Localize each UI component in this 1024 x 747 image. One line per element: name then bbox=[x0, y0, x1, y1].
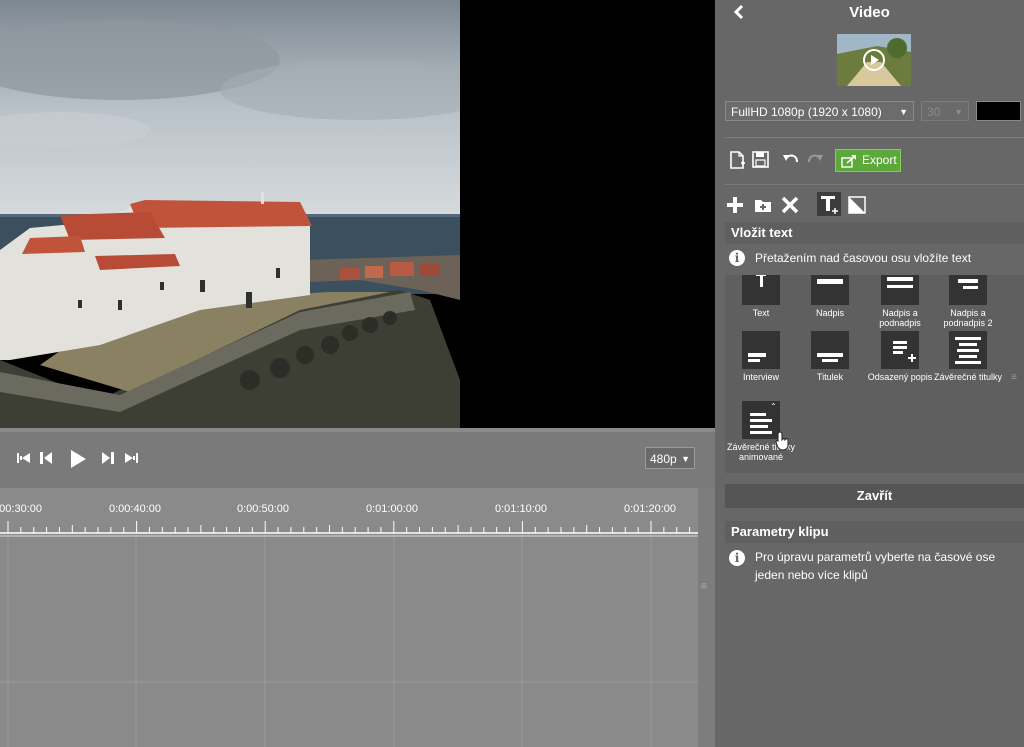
offset-description-template-icon bbox=[881, 331, 919, 369]
template-end-credits[interactable]: Závěrečné titulky bbox=[933, 331, 1003, 382]
insert-text-hint: Přetažením nad časovou osu vložíte text bbox=[755, 251, 972, 265]
export-icon bbox=[841, 155, 856, 168]
preview-image bbox=[0, 0, 460, 428]
close-icon bbox=[781, 196, 799, 214]
add-button[interactable] bbox=[726, 196, 744, 219]
template-label: Titulek bbox=[816, 372, 844, 382]
right-panel: Video FullHD 1080p (1920 x 1080) ▼ 30 ▼ … bbox=[715, 0, 1024, 747]
interview-template-icon bbox=[742, 331, 780, 369]
plus-icon bbox=[727, 197, 743, 213]
export-label: Export bbox=[862, 153, 897, 167]
player-controls: 480p ▼ bbox=[0, 432, 715, 488]
template-title-subtitle-2[interactable]: Nadpis a podnadpis 2 bbox=[933, 275, 1003, 328]
resolution-select[interactable]: FullHD 1080p (1920 x 1080) ▼ bbox=[725, 101, 914, 121]
background-color-swatch[interactable] bbox=[976, 101, 1021, 121]
preview-frame bbox=[0, 0, 460, 428]
title-subtitle-2-template-icon bbox=[949, 275, 987, 305]
add-folder-button[interactable] bbox=[754, 197, 772, 218]
new-file-icon bbox=[730, 151, 745, 169]
redo-icon bbox=[808, 154, 823, 163]
go-to-start-icon bbox=[17, 453, 30, 463]
timeline-ruler[interactable]: 0:00:30:00 0:00:40:00 0:00:50:00 0:01:00… bbox=[0, 488, 698, 534]
transition-icon bbox=[848, 196, 866, 214]
template-label: Nadpis a podnadpis bbox=[879, 308, 921, 328]
close-button[interactable]: Zavřít bbox=[725, 484, 1024, 508]
save-icon bbox=[752, 151, 769, 168]
thumbnail-image bbox=[837, 34, 911, 86]
template-text[interactable]: Text bbox=[726, 275, 796, 318]
template-caption[interactable]: Titulek bbox=[795, 331, 865, 382]
delete-button[interactable] bbox=[781, 196, 799, 219]
caption-template-icon bbox=[811, 331, 849, 369]
export-button[interactable]: Export bbox=[835, 149, 901, 172]
play-icon bbox=[71, 450, 86, 468]
fps-select[interactable]: 30 ▼ bbox=[921, 101, 969, 121]
new-project-button[interactable] bbox=[728, 151, 746, 174]
title-subtitle-template-icon bbox=[881, 275, 919, 305]
play-button[interactable] bbox=[68, 449, 88, 474]
template-label: Odsazený popis bbox=[867, 372, 933, 382]
divider bbox=[725, 184, 1024, 185]
template-label: Nadpis bbox=[815, 308, 844, 318]
ruler-ticks bbox=[0, 521, 698, 534]
info-icon: i bbox=[729, 250, 745, 266]
go-to-end-button[interactable] bbox=[123, 450, 139, 471]
preview-quality-value: 480p bbox=[650, 452, 677, 466]
resolution-value: FullHD 1080p (1920 x 1080) bbox=[731, 105, 882, 119]
template-title-subtitle[interactable]: Nadpis a podnadpis bbox=[865, 275, 935, 328]
previous-frame-button[interactable] bbox=[38, 450, 54, 471]
text-templates-list[interactable]: Text Nadpis Nadpis a podnadpis Nadpis a … bbox=[725, 275, 1024, 473]
step-forward-icon bbox=[102, 452, 114, 464]
template-label: Závěrečné titulky bbox=[933, 372, 1003, 382]
transition-button[interactable] bbox=[848, 196, 866, 219]
video-thumbnail[interactable] bbox=[837, 34, 911, 86]
info-icon: i bbox=[729, 550, 745, 566]
text-template-icon bbox=[742, 275, 780, 305]
template-offset-description[interactable]: Odsazený popis bbox=[865, 331, 935, 382]
template-interview[interactable]: Interview bbox=[726, 331, 796, 382]
template-label: Text bbox=[752, 308, 770, 318]
go-to-start-button[interactable] bbox=[16, 450, 32, 471]
preview-quality-select[interactable]: 480p ▼ bbox=[645, 447, 695, 469]
video-preview bbox=[0, 0, 715, 428]
template-label: Nadpis a podnadpis 2 bbox=[943, 308, 993, 328]
panel-title: Video bbox=[849, 4, 890, 21]
scroll-grip-icon: ≡ bbox=[701, 581, 707, 592]
save-button[interactable] bbox=[752, 151, 769, 173]
redo-button[interactable] bbox=[806, 151, 824, 172]
clip-params-header: Parametry klipu bbox=[725, 521, 1024, 543]
insert-text-button[interactable] bbox=[817, 192, 841, 216]
clip-params-hint: Pro úpravu parametrů vyberte na časové o… bbox=[755, 550, 996, 582]
divider bbox=[725, 137, 1024, 138]
timeline-scrollbar[interactable]: ≡ bbox=[698, 488, 715, 747]
end-credits-template-icon bbox=[949, 331, 987, 369]
template-title[interactable]: Nadpis bbox=[795, 275, 865, 318]
text-tool-icon bbox=[821, 196, 838, 214]
step-back-icon bbox=[40, 452, 52, 464]
insert-text-header: Vložit text bbox=[725, 222, 1024, 244]
folder-add-icon bbox=[755, 200, 771, 212]
undo-icon bbox=[783, 154, 798, 163]
title-template-icon bbox=[811, 275, 849, 305]
template-label: Interview bbox=[742, 372, 779, 382]
fps-value: 30 bbox=[927, 105, 941, 119]
hand-cursor-icon bbox=[775, 431, 789, 451]
go-to-end-icon bbox=[125, 453, 138, 463]
chevron-down-icon: ▼ bbox=[681, 454, 690, 464]
chevron-down-icon: ▼ bbox=[954, 107, 963, 117]
next-frame-button[interactable] bbox=[100, 450, 116, 471]
timeline[interactable]: 0:00:30:00 0:00:40:00 0:00:50:00 0:01:00… bbox=[0, 488, 715, 747]
chevron-down-icon: ▼ bbox=[899, 107, 908, 117]
timeline-grid bbox=[0, 534, 698, 747]
undo-button[interactable] bbox=[782, 151, 800, 172]
list-scroll-grip-icon: ≡ bbox=[1011, 372, 1017, 383]
